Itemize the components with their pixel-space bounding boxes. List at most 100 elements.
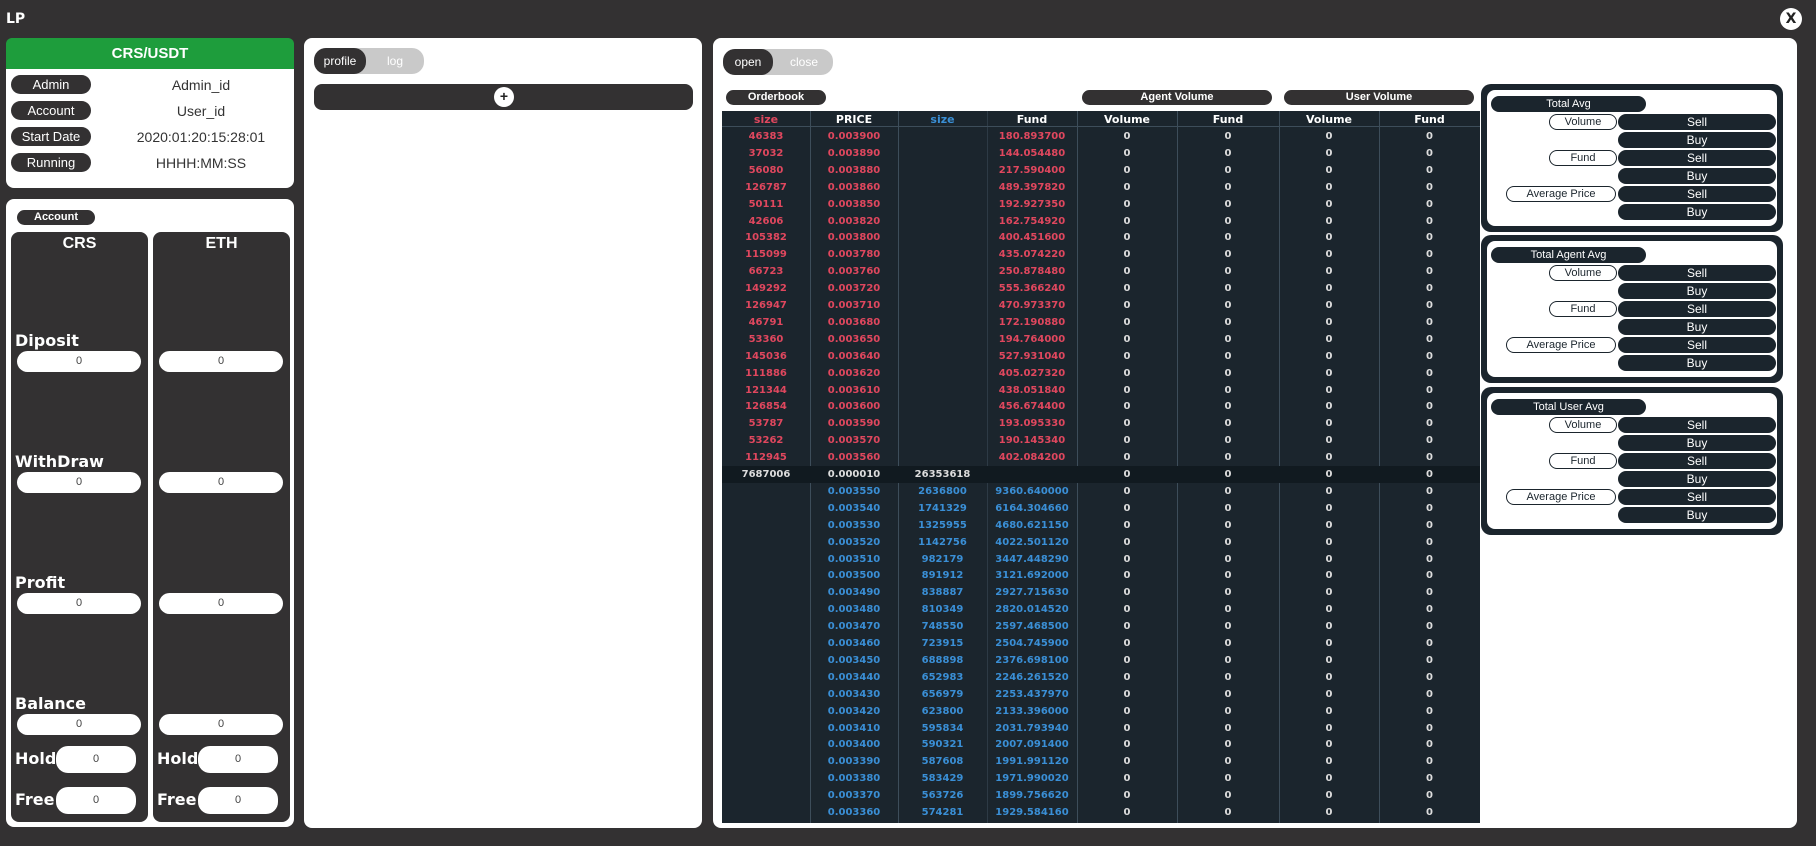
bid-size: 2636800 <box>918 485 967 497</box>
bid-fund: 1929.584160 <box>995 807 1069 818</box>
crs-hold-input[interactable]: 0 <box>56 746 136 773</box>
ask-zero: 0 <box>1426 181 1433 193</box>
ask-zero: 0 <box>1325 215 1333 227</box>
bid-price: 0.003490 <box>827 587 881 599</box>
ask-zero: 0 <box>1325 435 1333 447</box>
ask-zero: 0 <box>1325 452 1333 464</box>
bid-size: 623800 <box>921 705 964 717</box>
close-button[interactable]: X <box>1780 8 1802 30</box>
ask-zero: 0 <box>1123 418 1131 430</box>
eth-balance-input[interactable]: 0 <box>159 714 283 735</box>
bid-zero: 0 <box>1224 485 1232 497</box>
avg-buy-button[interactable]: Buy <box>1618 204 1776 220</box>
eth-diposit-input[interactable]: 0 <box>159 351 283 372</box>
bid-size: 838887 <box>921 587 964 599</box>
avg-label-fund: Fund <box>1549 150 1617 166</box>
crs-free-input[interactable]: 0 <box>56 787 136 814</box>
bid-price: 0.003460 <box>827 638 881 649</box>
bid-zero: 0 <box>1224 790 1232 802</box>
avg-sell-button[interactable]: Sell <box>1618 114 1776 130</box>
eth-withdraw-input[interactable]: 0 <box>159 472 283 493</box>
bid-zero: 0 <box>1123 705 1131 717</box>
eth-profit-input[interactable]: 0 <box>159 593 283 614</box>
avg-buy-button[interactable]: Buy <box>1618 355 1776 371</box>
bid-price: 0.003540 <box>827 502 881 514</box>
ask-zero: 0 <box>1123 452 1131 464</box>
bid-fund: 4680.621150 <box>995 519 1069 531</box>
bid-price: 0.003510 <box>827 553 881 565</box>
bid-zero: 0 <box>1123 756 1131 768</box>
ask-zero: 0 <box>1325 131 1333 142</box>
avg-buy-button[interactable]: Buy <box>1618 471 1776 487</box>
avg-buy-button[interactable]: Buy <box>1618 507 1776 523</box>
bid-fund: 2246.261520 <box>995 671 1069 683</box>
avg-sell-button[interactable]: Sell <box>1618 265 1776 281</box>
bid-zero: 0 <box>1426 519 1433 531</box>
avg-sell-button[interactable]: Sell <box>1618 489 1776 505</box>
crs-diposit-input[interactable]: 0 <box>17 351 141 372</box>
bid-zero: 0 <box>1224 756 1232 768</box>
info-label-2: Start Date <box>11 127 91 146</box>
ask-zero: 0 <box>1123 401 1131 413</box>
info-label-0: Admin <box>11 75 91 94</box>
tab-log[interactable]: log <box>370 48 420 74</box>
crs-balance-input[interactable]: 0 <box>17 714 141 735</box>
bid-size: 891912 <box>921 570 964 582</box>
avg-buy-button[interactable]: Buy <box>1618 435 1776 451</box>
ask-zero: 0 <box>1123 333 1131 345</box>
ask-price: 0.003640 <box>827 350 881 362</box>
avg-buy-button[interactable]: Buy <box>1618 132 1776 148</box>
bid-zero: 0 <box>1224 553 1232 565</box>
avg-sell-button[interactable]: Sell <box>1618 417 1776 433</box>
ask-zero: 0 <box>1123 435 1131 447</box>
add-button[interactable]: + <box>494 87 514 107</box>
bid-zero: 0 <box>1426 553 1433 565</box>
avg-buy-button[interactable]: Buy <box>1618 168 1776 184</box>
ask-zero: 0 <box>1224 181 1232 193</box>
ask-fund: 435.074220 <box>998 249 1066 261</box>
bid-fund: 3447.448290 <box>995 553 1069 565</box>
avg-sell-button[interactable]: Sell <box>1618 186 1776 202</box>
avg-sell-button[interactable]: Sell <box>1618 150 1776 166</box>
ask-zero: 0 <box>1426 350 1433 362</box>
add-bar[interactable]: + <box>314 84 693 110</box>
crs-withdraw-input[interactable]: 0 <box>17 472 141 493</box>
orderbook-tabs: open close <box>723 49 833 75</box>
tab-profile[interactable]: profile <box>314 48 366 74</box>
avg-sell-button[interactable]: Sell <box>1618 453 1776 469</box>
hold-label: Hold <box>157 749 199 768</box>
bid-fund: 4022.501120 <box>995 536 1069 548</box>
avg-buy-button[interactable]: Buy <box>1618 319 1776 335</box>
ask-zero: 0 <box>1224 147 1232 159</box>
ask-zero: 0 <box>1426 316 1433 328</box>
account-title: Account <box>17 210 95 225</box>
bid-zero: 0 <box>1426 536 1433 548</box>
ask-zero: 0 <box>1426 333 1433 345</box>
bid-zero: 0 <box>1123 638 1131 649</box>
ask-zero: 0 <box>1426 401 1433 413</box>
ask-zero: 0 <box>1224 215 1232 227</box>
avg-label-avg_price: Average Price <box>1506 489 1616 505</box>
bid-zero: 0 <box>1325 739 1333 751</box>
ask-fund: 438.051840 <box>998 384 1066 396</box>
avg-inner-0: Total Avg Volume Sell Buy Fund Sell Buy Average… <box>1487 90 1777 226</box>
ask-fund: 190.145340 <box>998 435 1066 447</box>
ask-zero: 0 <box>1426 384 1433 396</box>
tab-open[interactable]: open <box>723 49 773 75</box>
bid-zero: 0 <box>1426 688 1433 700</box>
tab-close[interactable]: close <box>779 49 829 75</box>
ask-price: 0.003570 <box>827 435 881 447</box>
crs-profit-input[interactable]: 0 <box>17 593 141 614</box>
eth-free-input[interactable]: 0 <box>198 787 278 814</box>
bid-zero: 0 <box>1224 688 1232 700</box>
ask-price: 0.003860 <box>827 181 881 193</box>
ask-zero: 0 <box>1426 452 1433 464</box>
eth-hold-input[interactable]: 0 <box>198 746 278 773</box>
bid-size: 563726 <box>921 790 964 802</box>
bid-size: 656979 <box>921 688 964 700</box>
avg-sell-button[interactable]: Sell <box>1618 301 1776 317</box>
bid-price: 0.003440 <box>827 671 881 683</box>
avg-sell-button[interactable]: Sell <box>1618 337 1776 353</box>
avg-buy-button[interactable]: Buy <box>1618 283 1776 299</box>
ob-header-7: Fund <box>1414 113 1445 126</box>
